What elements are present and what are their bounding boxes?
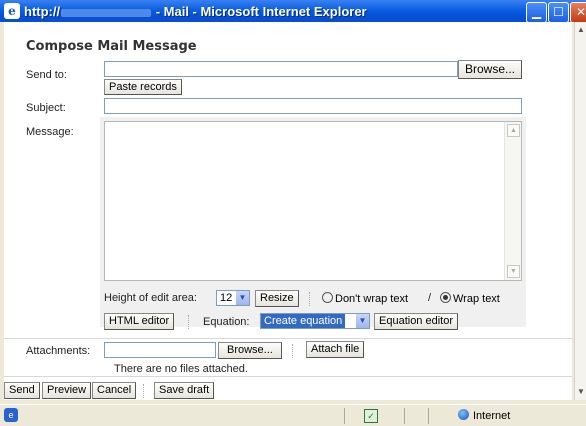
html-editor-button[interactable]: HTML editor (104, 313, 175, 330)
no-wrap-label: Don't wrap text (335, 293, 409, 305)
attachment-input[interactable] (104, 342, 216, 358)
radio-on-icon (440, 292, 451, 303)
radio-off-icon (322, 292, 333, 303)
divider (309, 292, 311, 306)
height-select[interactable]: 12 ▼ (216, 290, 250, 306)
equation-select-value: Create equation (261, 314, 346, 328)
height-label: Height of edit area: (104, 292, 197, 304)
chevron-down-icon: ▼ (356, 314, 369, 328)
divider (188, 315, 190, 329)
security-icon: ✓ (364, 409, 378, 423)
send-to-input[interactable] (104, 61, 458, 77)
section-divider (4, 338, 572, 339)
scroll-up-icon[interactable]: ▲ (575, 22, 586, 38)
section-divider (4, 376, 572, 377)
globe-icon (458, 409, 469, 420)
minimize-icon: ▁ (531, 5, 542, 19)
wrap-radio[interactable]: Wrap text (440, 292, 500, 305)
equation-select[interactable]: Create equation ▼ (260, 313, 370, 329)
cancel-button[interactable]: Cancel (92, 382, 137, 399)
chevron-down-icon: ▼ (236, 291, 249, 305)
no-wrap-radio[interactable]: Don't wrap text (322, 292, 408, 305)
send-to-label: Send to: (26, 69, 67, 81)
divider (292, 344, 294, 358)
page-content: Compose Mail Message Send to: Browse... … (4, 22, 572, 400)
send-button[interactable]: Send (4, 382, 40, 399)
close-button[interactable]: ✕ (570, 2, 586, 23)
scroll-up-icon[interactable]: ▲ (507, 124, 520, 137)
status-divider (344, 408, 345, 424)
browser-window: e http:// - Mail - Microsoft Internet Ex… (0, 0, 586, 426)
redacted-host (61, 8, 152, 17)
page-loaded-icon: e (4, 408, 18, 422)
window-title: http:// - Mail - Microsoft Internet Expl… (24, 4, 367, 19)
internet-explorer-icon: e (4, 3, 20, 19)
no-attachments-text: There are no files attached. (114, 363, 248, 375)
status-divider (404, 408, 405, 424)
maximize-icon: ☐ (553, 5, 564, 19)
subject-label: Subject: (26, 102, 66, 114)
title-bar[interactable]: e http:// - Mail - Microsoft Internet Ex… (0, 0, 586, 23)
page-scrollbar[interactable]: ▲ ▼ (574, 22, 586, 400)
preview-button[interactable]: Preview (42, 382, 92, 399)
minimize-button[interactable]: ▁ (526, 2, 547, 23)
security-zone: Internet (458, 409, 510, 422)
message-scrollbar[interactable]: ▲ ▼ (504, 122, 521, 280)
send-to-browse-button[interactable]: Browse... (458, 60, 523, 79)
close-icon: ✕ (575, 5, 586, 19)
wrap-label: Wrap text (453, 293, 500, 305)
message-textarea[interactable]: ▲ ▼ (104, 121, 522, 281)
divider (143, 384, 145, 398)
resize-button[interactable]: Resize (255, 290, 299, 307)
message-label: Message: (26, 126, 74, 138)
save-draft-button[interactable]: Save draft (154, 382, 215, 399)
status-divider (428, 408, 429, 424)
wrap-divider: / (428, 292, 432, 304)
maximize-button[interactable]: ☐ (548, 2, 569, 23)
scroll-down-icon[interactable]: ▼ (507, 265, 520, 278)
attachment-browse-button[interactable]: Browse... (218, 342, 282, 359)
zone-label: Internet (473, 410, 511, 422)
attachments-label: Attachments: (26, 345, 91, 357)
equation-editor-button[interactable]: Equation editor (374, 313, 458, 330)
attach-file-button[interactable]: Attach file (306, 341, 365, 358)
paste-records-button[interactable]: Paste records (104, 79, 182, 95)
equation-label: Equation: (203, 316, 250, 328)
status-bar: e ✓ Internet (0, 404, 586, 426)
subject-input[interactable] (104, 98, 522, 114)
page-title: Compose Mail Message (26, 39, 197, 54)
height-select-value: 12 (220, 292, 233, 304)
scroll-down-icon[interactable]: ▼ (575, 384, 586, 400)
